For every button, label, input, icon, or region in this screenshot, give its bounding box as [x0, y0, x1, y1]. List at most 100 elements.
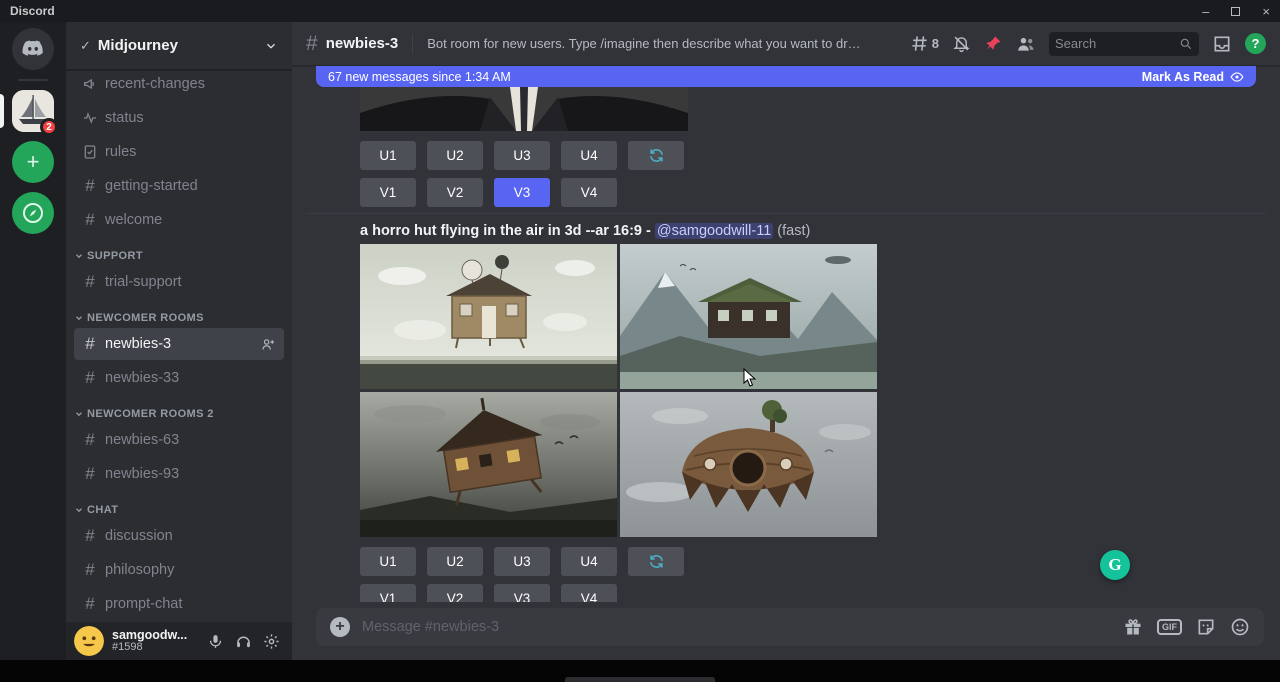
v1-button[interactable]: V1 — [360, 584, 416, 602]
v3-button[interactable]: V3 — [494, 584, 550, 602]
sidebar-item-newbies-3[interactable]: # newbies-3 — [74, 328, 284, 360]
pinned-messages-button[interactable] — [984, 34, 1003, 53]
tilted-hut-dark-image — [360, 392, 617, 537]
search-box[interactable] — [1049, 32, 1199, 56]
threads-button[interactable]: 8 — [910, 34, 939, 53]
u4-button[interactable]: U4 — [561, 141, 617, 170]
generated-image-top-left[interactable] — [360, 244, 617, 389]
refresh-icon — [648, 553, 665, 570]
u2-button[interactable]: U2 — [427, 547, 483, 576]
channel-topic[interactable]: Bot room for new users. Type /imagine th… — [427, 36, 867, 51]
reroll-button[interactable] — [628, 547, 684, 576]
generated-image-bottom-left[interactable] — [360, 392, 617, 537]
mark-as-read-button[interactable]: Mark As Read — [1142, 70, 1244, 84]
avatar[interactable] — [74, 626, 104, 656]
compass-icon — [21, 201, 45, 225]
section-header-newcomer-rooms-2[interactable]: NEWCOMER ROOMS 2 — [74, 408, 284, 420]
u4-button[interactable]: U4 — [561, 547, 617, 576]
members-icon — [1016, 34, 1036, 54]
section-header-chat[interactable]: CHAT — [74, 504, 284, 516]
search-input[interactable] — [1055, 36, 1179, 51]
search-icon — [1179, 37, 1193, 51]
attachment-image-partial[interactable] — [360, 87, 688, 131]
window-titlebar: Discord – × — [0, 0, 1280, 22]
invite-people-icon[interactable] — [261, 337, 276, 352]
u1-button[interactable]: U1 — [360, 141, 416, 170]
v3-button-selected[interactable]: V3 — [494, 178, 550, 207]
message-composer: + GIF — [292, 602, 1280, 660]
mute-microphone-button[interactable] — [202, 628, 228, 654]
hash-icon: # — [82, 334, 98, 354]
sidebar-item-prompt-chat[interactable]: # prompt-chat — [74, 588, 284, 620]
sidebar-item-newbies-93[interactable]: # newbies-93 — [74, 458, 284, 490]
threads-count: 8 — [932, 36, 939, 51]
generated-image-bottom-right[interactable] — [620, 392, 877, 537]
server-name: Midjourney — [98, 37, 178, 54]
v4-button[interactable]: V4 — [561, 584, 617, 602]
sidebar-item-trial-support[interactable]: # trial-support — [74, 266, 284, 298]
v1-button[interactable]: V1 — [360, 178, 416, 207]
server-rail: 2 + — [0, 22, 66, 660]
section-header-support[interactable]: SUPPORT — [74, 250, 284, 262]
sidebar-item-newbies-63[interactable]: # newbies-63 — [74, 424, 284, 456]
discord-home-button[interactable] — [12, 28, 54, 70]
generated-image-top-right[interactable] — [620, 244, 877, 389]
u1-button[interactable]: U1 — [360, 547, 416, 576]
server-header[interactable]: ✓ Midjourney — [66, 22, 292, 70]
rail-divider — [18, 79, 48, 81]
u3-button[interactable]: U3 — [494, 547, 550, 576]
add-server-button[interactable]: + — [12, 141, 54, 183]
hash-icon: # — [82, 368, 98, 388]
chevron-down-icon — [74, 505, 84, 515]
inbox-button[interactable] — [1212, 34, 1232, 54]
message-divider — [306, 213, 1266, 214]
notification-settings-button[interactable] — [952, 34, 971, 53]
maximize-button[interactable] — [1231, 5, 1240, 18]
v2-button[interactable]: V2 — [427, 178, 483, 207]
message-input-bar[interactable]: + GIF — [316, 608, 1264, 646]
u2-button[interactable]: U2 — [427, 141, 483, 170]
section-header-newcomer-rooms[interactable]: NEWCOMER ROOMS — [74, 312, 284, 324]
server-icon-midjourney[interactable]: 2 — [12, 90, 54, 132]
v2-button[interactable]: V2 — [427, 584, 483, 602]
sidebar-item-rules[interactable]: rules — [74, 136, 284, 168]
user-discriminator: #1598 — [112, 642, 187, 654]
deafen-button[interactable] — [230, 628, 256, 654]
u3-button[interactable]: U3 — [494, 141, 550, 170]
mark-as-read-label: Mark As Read — [1142, 70, 1224, 84]
attach-file-button[interactable]: + — [330, 617, 350, 637]
sidebar-item-recent-changes[interactable]: recent-changes — [74, 70, 284, 100]
sidebar-item-philosophy[interactable]: # philosophy — [74, 554, 284, 586]
sidebar-item-discussion[interactable]: # discussion — [74, 520, 284, 552]
sticker-icon — [1196, 617, 1216, 637]
sidebar-item-status[interactable]: status — [74, 102, 284, 134]
emoji-picker-button[interactable] — [1230, 617, 1250, 637]
channel-label: philosophy — [105, 562, 174, 578]
explore-servers-button[interactable] — [12, 192, 54, 234]
minimize-button[interactable]: – — [1202, 5, 1209, 18]
flying-house-balloons-image — [360, 244, 617, 389]
generated-image-portrait-suit — [360, 87, 688, 131]
channel-title: newbies-3 — [326, 35, 399, 52]
username[interactable]: samgoodw... — [112, 629, 187, 642]
help-button[interactable]: ? — [1245, 33, 1266, 54]
user-settings-button[interactable] — [258, 628, 284, 654]
gift-button[interactable] — [1123, 617, 1143, 637]
eye-icon — [1230, 70, 1244, 84]
member-list-button[interactable] — [1016, 34, 1036, 54]
hash-icon: # — [82, 526, 98, 546]
v4-button[interactable]: V4 — [561, 178, 617, 207]
user-mention[interactable]: @samgoodwill-11 — [655, 223, 773, 239]
sidebar-item-welcome[interactable]: # welcome — [74, 204, 284, 236]
close-button[interactable]: × — [1262, 5, 1270, 18]
sidebar-item-newbies-33[interactable]: # newbies-33 — [74, 362, 284, 394]
sidebar-item-getting-started[interactable]: # getting-started — [74, 170, 284, 202]
emoji-smile-icon — [1230, 617, 1250, 637]
window-title: Discord — [10, 4, 55, 18]
message-input[interactable] — [362, 619, 1111, 635]
channel-label: discussion — [105, 528, 173, 544]
gif-picker-button[interactable]: GIF — [1157, 619, 1182, 635]
sticker-picker-button[interactable] — [1196, 617, 1216, 637]
reroll-button[interactable] — [628, 141, 684, 170]
grammarly-badge[interactable]: G — [1100, 550, 1130, 580]
